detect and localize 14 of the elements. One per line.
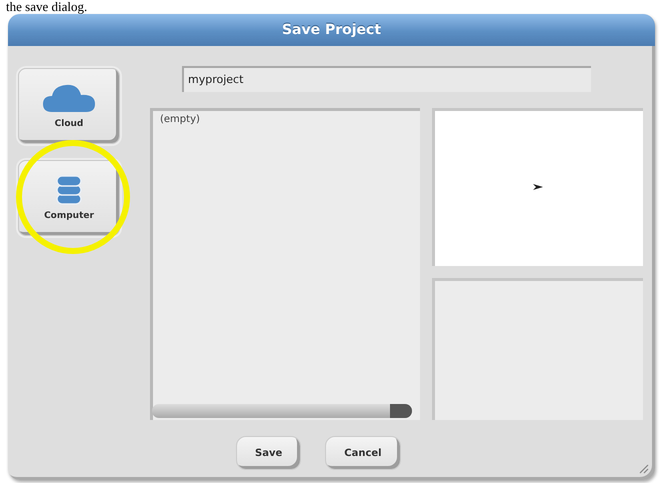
source-button[interactable]: Cloud [18, 68, 120, 144]
notes-field[interactable] [432, 278, 643, 420]
list-item[interactable]: (empty) [160, 114, 412, 404]
resize-grip-icon[interactable] [637, 462, 649, 474]
source-button[interactable]: Computer [18, 160, 120, 236]
caption-text: the save dialog. [5, 0, 88, 14]
name-field[interactable]: myproject [182, 66, 591, 92]
arrow-sprite-icon [532, 184, 542, 190]
scrollbar[interactable] [152, 404, 412, 418]
cloud-icon [42, 83, 96, 113]
dialog-button[interactable]: Save [236, 436, 302, 470]
database-icon [56, 175, 82, 205]
dialog-button[interactable]: Cancel [325, 436, 401, 470]
dialog-title: Save Project [282, 22, 382, 38]
